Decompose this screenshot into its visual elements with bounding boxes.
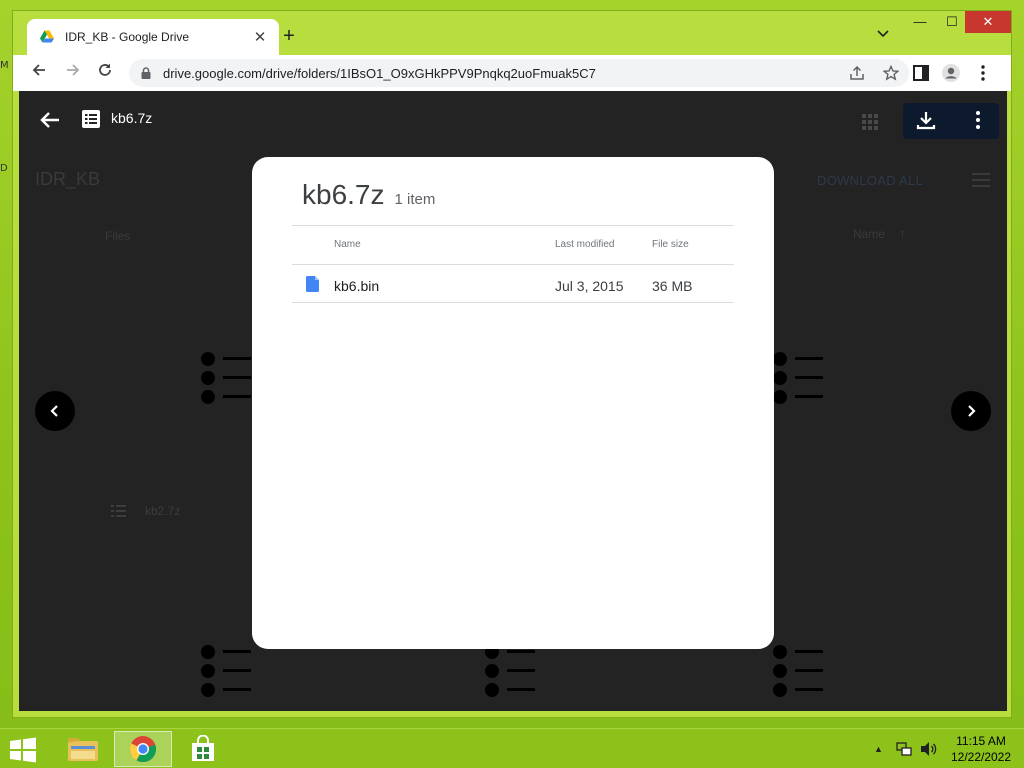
lock-icon bbox=[141, 67, 151, 79]
desktop-icon-label: M bbox=[0, 60, 9, 71]
back-button[interactable] bbox=[27, 61, 51, 85]
chevron-left-icon bbox=[50, 405, 58, 417]
previous-file-button[interactable] bbox=[35, 391, 75, 431]
folder-icon bbox=[68, 738, 98, 761]
browser-tab[interactable]: IDR_KB - Google Drive ✕ bbox=[27, 19, 279, 55]
file-last-modified: Jul 3, 2015 bbox=[555, 278, 624, 294]
archive-thumbnail-icon bbox=[773, 645, 833, 701]
archive-header: kb6.7z 1 item bbox=[302, 179, 435, 211]
taskbar-file-explorer[interactable] bbox=[54, 731, 112, 767]
viewer-file-title: kb6.7z bbox=[111, 110, 153, 126]
close-tab-icon[interactable]: ✕ bbox=[251, 28, 269, 46]
new-tab-button[interactable]: + bbox=[277, 25, 301, 49]
reload-icon bbox=[99, 63, 111, 76]
more-vert-icon[interactable] bbox=[967, 109, 989, 131]
archive-thumbnail-icon bbox=[201, 645, 261, 701]
google-drive-icon bbox=[40, 30, 54, 43]
arrow-left-icon bbox=[32, 64, 45, 76]
column-header-last-modified: Last modified bbox=[555, 239, 615, 250]
archive-item-count: 1 item bbox=[394, 191, 436, 208]
bookmark-star-icon[interactable] bbox=[883, 65, 899, 81]
chrome-window: IDR_KB - Google Drive ✕ + — ☐ ✕ drive.go… bbox=[12, 10, 1012, 718]
tab-strip: IDR_KB - Google Drive ✕ + — ☐ ✕ bbox=[13, 11, 1011, 55]
volume-icon[interactable] bbox=[920, 729, 940, 768]
minimize-button[interactable]: — bbox=[903, 11, 937, 33]
archive-list-icon bbox=[111, 505, 126, 517]
archive-preview-card: kb6.7z 1 item Name Last modified File si… bbox=[252, 157, 774, 649]
background-file-item: kb2.7z bbox=[111, 503, 180, 519]
taskbar-store[interactable] bbox=[174, 731, 232, 767]
taskbar: ▲ 11:15 AM 12/22/2022 bbox=[0, 728, 1024, 768]
sort-arrow-icon[interactable]: ↑ bbox=[899, 225, 906, 241]
chrome-icon bbox=[129, 736, 157, 763]
file-size: 36 MB bbox=[652, 278, 693, 294]
maximize-button[interactable]: ☐ bbox=[935, 11, 969, 33]
network-icon[interactable] bbox=[896, 729, 914, 768]
tab-title: IDR_KB - Google Drive bbox=[65, 30, 190, 44]
desktop-icon-label: D bbox=[0, 163, 8, 174]
download-all-button[interactable]: DOWNLOAD ALL bbox=[817, 173, 923, 188]
archive-title: kb6.7z bbox=[302, 179, 385, 210]
background-file-name: kb2.7z bbox=[145, 504, 181, 518]
close-preview-back-icon[interactable] bbox=[37, 107, 63, 133]
store-bag-icon bbox=[192, 735, 214, 761]
column-header-name: Name bbox=[334, 239, 361, 250]
apps-grid-icon bbox=[862, 114, 878, 130]
side-panel-icon[interactable] bbox=[911, 63, 931, 83]
next-file-button[interactable] bbox=[951, 391, 991, 431]
system-clock[interactable]: 11:15 AM 12/22/2022 bbox=[948, 733, 1014, 765]
archive-thumbnail-icon bbox=[773, 349, 833, 405]
folder-title: IDR_KB bbox=[35, 169, 101, 189]
document-icon bbox=[306, 276, 319, 292]
table-row[interactable]: kb6.bin Jul 3, 2015 36 MB bbox=[292, 264, 734, 303]
arrow-right-icon bbox=[67, 64, 80, 76]
close-window-button[interactable]: ✕ bbox=[965, 11, 1011, 33]
clock-time: 11:15 AM bbox=[956, 734, 1006, 748]
tab-search-chevron-icon[interactable] bbox=[877, 27, 889, 41]
browser-toolbar: drive.google.com/drive/folders/1IBsO1_O9… bbox=[13, 55, 1011, 91]
table-header-row: Name Last modified File size bbox=[292, 225, 734, 264]
forward-button[interactable] bbox=[61, 61, 85, 85]
list-view-icon[interactable] bbox=[971, 171, 991, 189]
chevron-right-icon bbox=[968, 405, 976, 417]
reload-button[interactable] bbox=[93, 61, 117, 85]
file-name: kb6.bin bbox=[334, 278, 380, 294]
archive-thumbnail-icon bbox=[485, 645, 545, 701]
windows-start-icon[interactable] bbox=[8, 737, 38, 763]
share-icon[interactable] bbox=[849, 65, 865, 81]
taskbar-chrome[interactable] bbox=[114, 731, 172, 767]
files-heading: Files bbox=[105, 229, 131, 243]
more-vert-icon[interactable] bbox=[973, 63, 993, 83]
download-icon[interactable] bbox=[915, 109, 937, 131]
column-header-file-size: File size bbox=[652, 239, 689, 250]
archive-file-table: Name Last modified File size kb6.bin Jul… bbox=[292, 225, 734, 303]
archive-list-icon bbox=[82, 110, 100, 128]
clock-date: 12/22/2022 bbox=[950, 750, 1012, 764]
url-text: drive.google.com/drive/folders/1IBsO1_O9… bbox=[163, 65, 596, 81]
viewer-header: kb6.7z bbox=[19, 91, 1007, 149]
sort-by-name[interactable]: Name bbox=[853, 227, 885, 241]
show-hidden-icons-chevron-icon[interactable]: ▲ bbox=[874, 729, 888, 768]
profile-avatar-icon[interactable] bbox=[941, 63, 961, 83]
drive-preview-overlay: IDR_KB DOWNLOAD ALL Files Name ↑ kb2.7z … bbox=[19, 91, 1007, 711]
address-bar[interactable]: drive.google.com/drive/folders/1IBsO1_O9… bbox=[129, 59, 909, 87]
